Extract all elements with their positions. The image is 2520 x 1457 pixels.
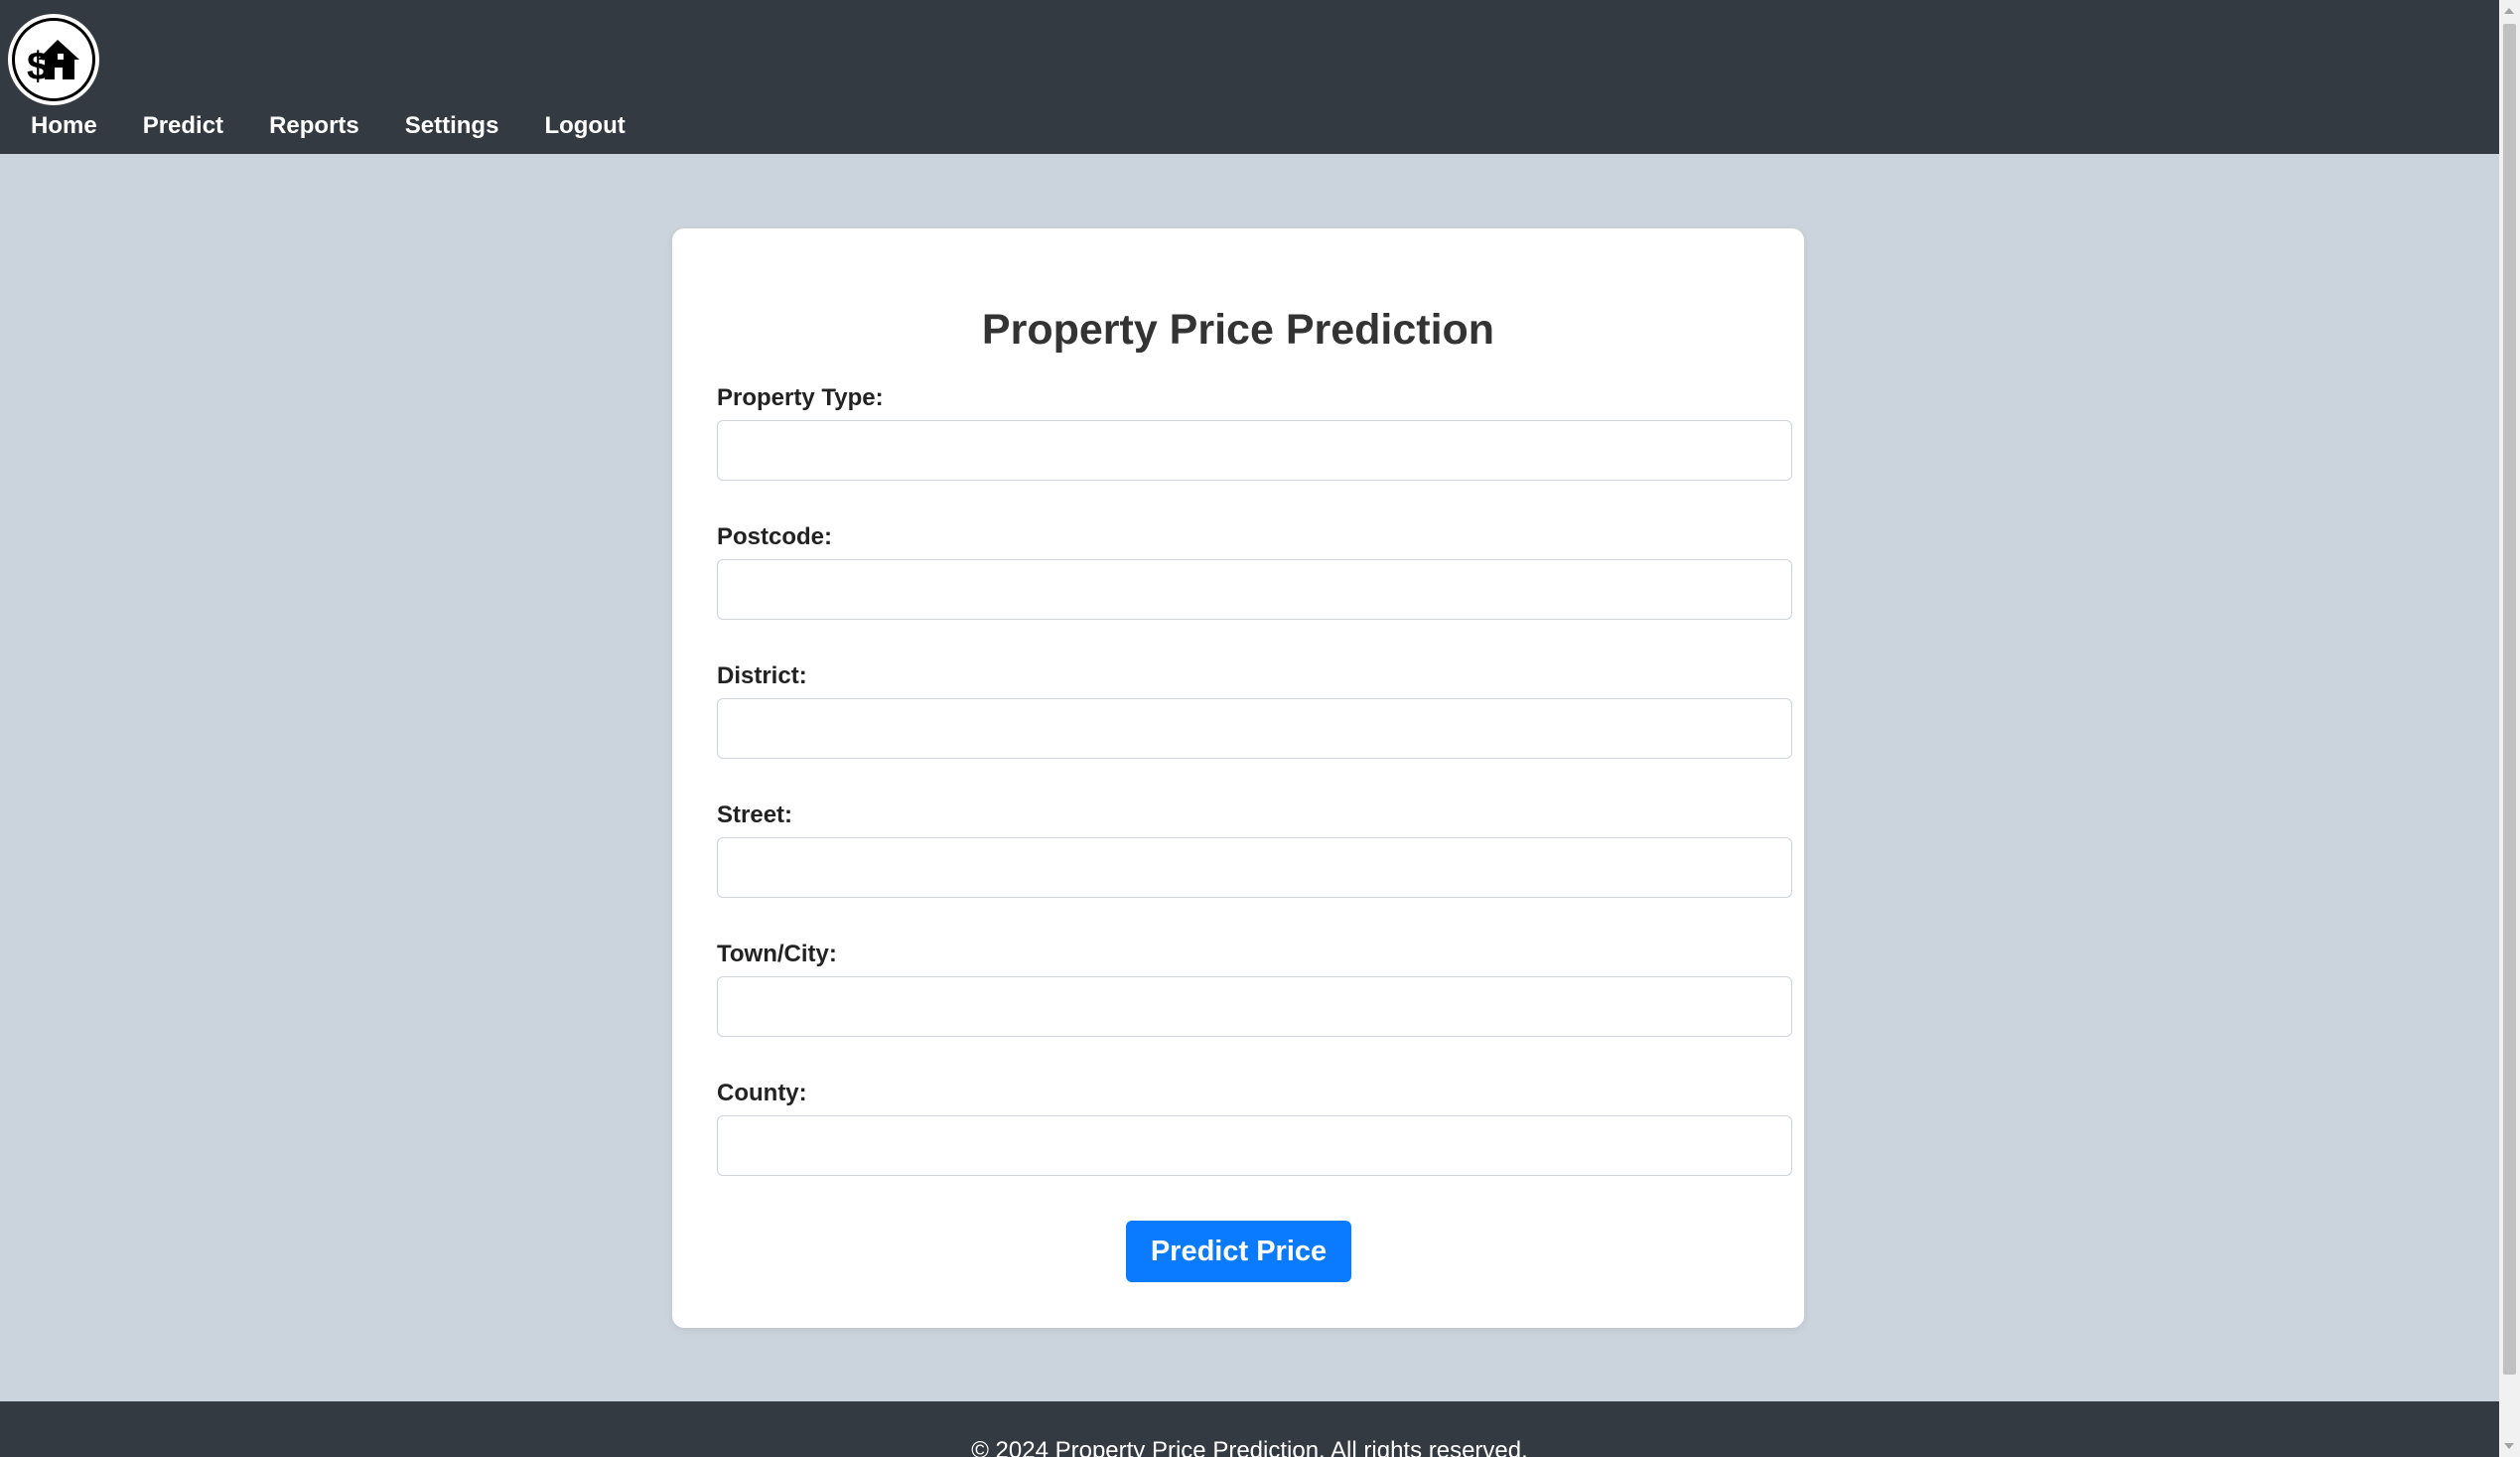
page-scrollbar[interactable] bbox=[2499, 0, 2520, 1457]
page-title: Property Price Prediction bbox=[981, 306, 1495, 354]
logo[interactable]: $ bbox=[8, 14, 99, 105]
top-navbar: $ Home Predict Reports Settings Logout bbox=[0, 0, 2499, 154]
postcode-input[interactable] bbox=[717, 559, 1792, 620]
street-input[interactable] bbox=[717, 837, 1792, 898]
nav-home[interactable]: Home bbox=[0, 107, 120, 145]
nav-logout[interactable]: Logout bbox=[521, 107, 647, 145]
town-city-input[interactable] bbox=[717, 976, 1792, 1037]
scroll-up-icon[interactable] bbox=[2504, 8, 2514, 14]
nav-settings[interactable]: Settings bbox=[382, 107, 522, 145]
property-type-input[interactable] bbox=[717, 420, 1792, 481]
main-nav: Home Predict Reports Settings Logout bbox=[0, 107, 648, 145]
predict-price-button[interactable]: Predict Price bbox=[1126, 1221, 1351, 1282]
prediction-form-card: Property Price Prediction Property Type:… bbox=[672, 228, 1804, 1328]
property-type-label: Property Type: bbox=[717, 384, 884, 411]
house-dollar-icon: $ bbox=[12, 18, 95, 101]
nav-reports[interactable]: Reports bbox=[246, 107, 382, 145]
county-input[interactable] bbox=[717, 1115, 1792, 1176]
footer-copyright: © 2024 Property Price Prediction. All ri… bbox=[971, 1437, 1528, 1457]
scroll-down-icon[interactable] bbox=[2504, 1443, 2514, 1449]
street-label: Street: bbox=[717, 801, 793, 828]
district-label: District: bbox=[717, 662, 807, 689]
footer: © 2024 Property Price Prediction. All ri… bbox=[0, 1401, 2499, 1457]
scrollbar-thumb[interactable] bbox=[2503, 24, 2516, 1375]
county-label: County: bbox=[717, 1080, 807, 1106]
town-city-label: Town/City: bbox=[717, 941, 837, 967]
postcode-label: Postcode: bbox=[717, 523, 833, 550]
district-input[interactable] bbox=[717, 698, 1792, 759]
nav-predict[interactable]: Predict bbox=[120, 107, 246, 145]
